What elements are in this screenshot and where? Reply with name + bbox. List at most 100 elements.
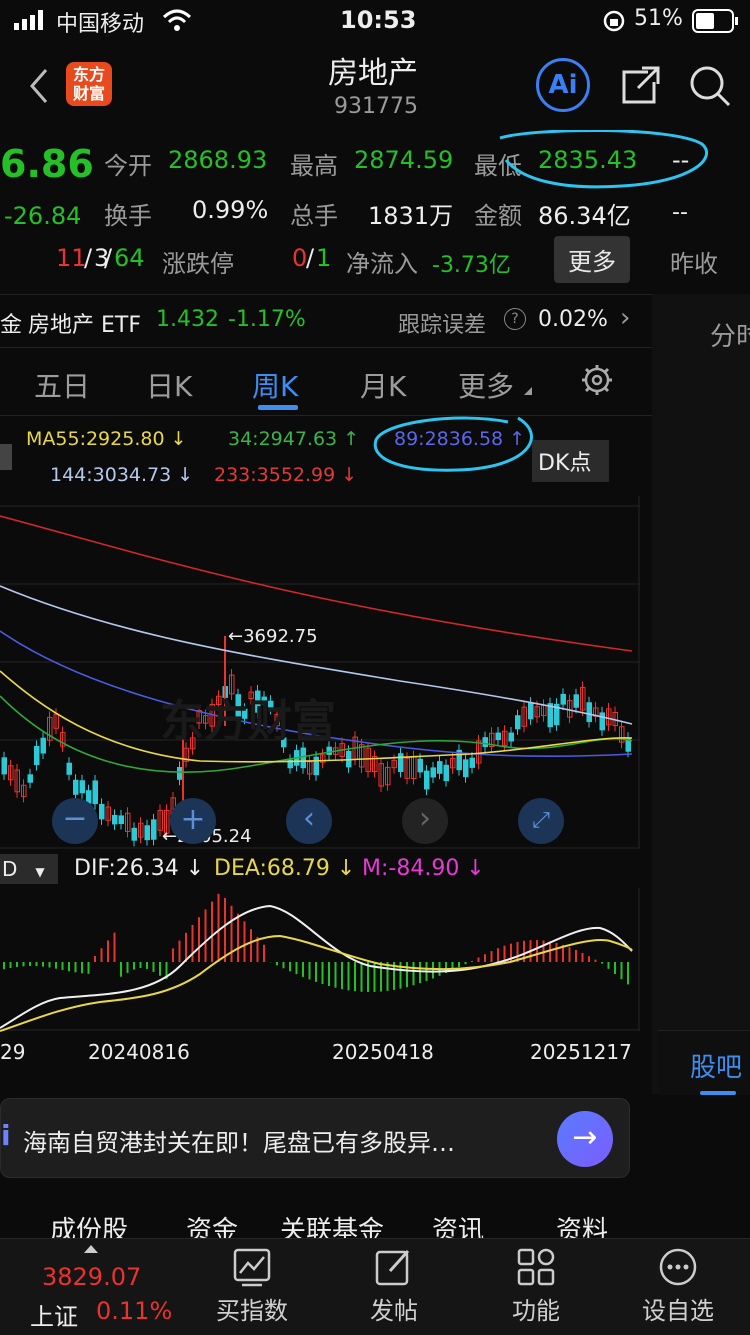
- guba-section[interactable]: 股吧: [658, 1030, 750, 1095]
- candle-body: [482, 737, 488, 748]
- arrow-right-icon[interactable]: →: [557, 1111, 613, 1167]
- more-corner-icon: [524, 387, 532, 395]
- kline-svg[interactable]: 东方财富: [0, 496, 652, 1096]
- candle-body: [99, 803, 105, 820]
- etf-price: 1.432: [156, 307, 219, 332]
- candle-body: [599, 712, 605, 731]
- up-sep: /: [84, 244, 93, 272]
- news-marker-icon: i: [1, 1119, 11, 1152]
- nav-header: 东方 财富 房地产 931775 Ai: [0, 42, 750, 130]
- candle-body: [40, 737, 46, 754]
- guba-underline: [700, 1091, 736, 1095]
- functions-button[interactable]: 功能: [476, 1247, 596, 1326]
- candle-body: [131, 827, 137, 841]
- scroll-left-button[interactable]: ‹: [286, 798, 332, 844]
- battery-percent: 51%: [634, 6, 683, 31]
- tab-month-k[interactable]: 月K: [360, 365, 406, 405]
- chart-icon: [233, 1248, 271, 1287]
- search-icon[interactable]: [688, 64, 732, 112]
- news-banner[interactable]: i 海南自贸港封关在即！尾盘已有多股异… →: [0, 1098, 630, 1178]
- candle-body: [437, 761, 443, 774]
- candle-body: [177, 766, 183, 780]
- etf-row[interactable]: 金 房地产 ETF 1.432 -1.17% 跟踪误差 ? 0.02% ›: [0, 294, 652, 348]
- date-tick-1: 20240816: [88, 1040, 190, 1064]
- candle-body: [573, 694, 579, 708]
- candle-body: [34, 745, 40, 766]
- limit-down: 1: [316, 244, 332, 272]
- period-tabs: 五日 日K 周K 月K 更多: [0, 347, 652, 416]
- sub-tabs: 成份股 资金 关联基金 资讯 资料: [0, 1190, 652, 1246]
- side-panel: 分时 股吧: [652, 294, 750, 1095]
- index-pct: 0.11%: [96, 1297, 173, 1325]
- candle-body: [469, 757, 475, 768]
- dash-2: --: [672, 200, 688, 225]
- candle-body: [424, 770, 430, 790]
- open-label: 今开: [104, 152, 152, 180]
- back-icon[interactable]: [26, 66, 50, 110]
- rotation-lock-icon: [602, 9, 626, 37]
- candle-body: [495, 732, 501, 741]
- hand-drawn-circle-low: [499, 130, 708, 189]
- buy-index-button[interactable]: 买指数: [192, 1247, 312, 1326]
- index-value: 3829.07: [42, 1263, 142, 1291]
- tab-five-day[interactable]: 五日: [34, 365, 90, 405]
- post-button[interactable]: 发帖: [334, 1247, 454, 1326]
- more-quote-button[interactable]: 更多: [554, 236, 630, 283]
- index-code: 931775: [334, 94, 418, 119]
- etf-prefix: 金: [0, 313, 23, 338]
- candle-body: [398, 753, 404, 772]
- volume-label: 总手: [290, 202, 338, 230]
- add-watchlist-button[interactable]: 设自选: [618, 1247, 738, 1326]
- tracking-error-value: 0.02%: [538, 307, 608, 332]
- candle-body: [560, 693, 566, 705]
- candle-body: [508, 732, 514, 742]
- dea-label: DEA:68.79 ↓: [214, 856, 356, 881]
- clock: 10:53: [340, 6, 417, 34]
- candle-body: [300, 747, 306, 769]
- tab-day-k[interactable]: 日K: [146, 365, 192, 405]
- chevron-right-icon[interactable]: ›: [620, 303, 630, 333]
- zoom-in-button[interactable]: +: [170, 798, 216, 844]
- limit-sep: /: [306, 244, 315, 272]
- up-count: 11: [56, 244, 87, 272]
- limit-up: 0: [292, 244, 308, 272]
- ai-button[interactable]: Ai: [536, 58, 590, 112]
- price: 6.86: [0, 142, 94, 186]
- fullscreen-button[interactable]: ⤢: [518, 798, 564, 844]
- zoom-out-button[interactable]: −: [52, 798, 98, 844]
- index-ticker[interactable]: 3829.07 上证 0.11%: [0, 1239, 190, 1335]
- status-bar: 中国移动 10:53 51%: [0, 0, 750, 42]
- tab-week-k[interactable]: 周K: [252, 365, 298, 405]
- down-count: 64: [114, 244, 145, 272]
- macd-bars: [3, 893, 629, 992]
- candle-body: [79, 780, 85, 794]
- index-name: 上证: [30, 1303, 78, 1331]
- high-label: 最高: [290, 152, 338, 180]
- quote-panel: 6.86 -26.84 今开 2868.93 最高 2874.59 最低 283…: [0, 130, 750, 295]
- high-value: 2874.59: [354, 146, 454, 174]
- settings-icon[interactable]: [580, 363, 614, 401]
- share-icon[interactable]: [620, 64, 662, 110]
- candle-body: [463, 759, 469, 778]
- date-tick-0: 29: [0, 1040, 26, 1064]
- tab-more[interactable]: 更多: [458, 365, 514, 405]
- date-tick-3: 20251217: [530, 1040, 632, 1064]
- macd-selector[interactable]: D ▼: [0, 854, 58, 884]
- tracking-error-label: 跟踪误差: [398, 313, 487, 338]
- kline-chart-area: MA55:2925.80 ↓ 34:2947.63 ↑ 89:2836.58 ↑…: [0, 416, 652, 1096]
- grid-icon: [517, 1248, 555, 1286]
- turnover-value: 0.99%: [192, 196, 269, 224]
- watermark: 东方财富: [160, 696, 336, 747]
- tab-fenshi[interactable]: 分时: [710, 316, 750, 353]
- scroll-right-button[interactable]: ›: [402, 798, 448, 844]
- ma55-label: MA55:2925.80 ↓: [26, 428, 187, 450]
- tab-guba[interactable]: 股吧: [690, 1047, 742, 1084]
- amount-value: 86.34亿: [538, 202, 631, 230]
- candle-body: [118, 815, 124, 825]
- battery-icon: [692, 9, 740, 37]
- candle-body: [92, 780, 98, 805]
- ma34-label: 34:2947.63 ↑: [228, 428, 360, 450]
- ma-dropdown-icon[interactable]: [0, 444, 12, 470]
- candle-body: [528, 702, 534, 720]
- help-icon[interactable]: ?: [504, 308, 526, 330]
